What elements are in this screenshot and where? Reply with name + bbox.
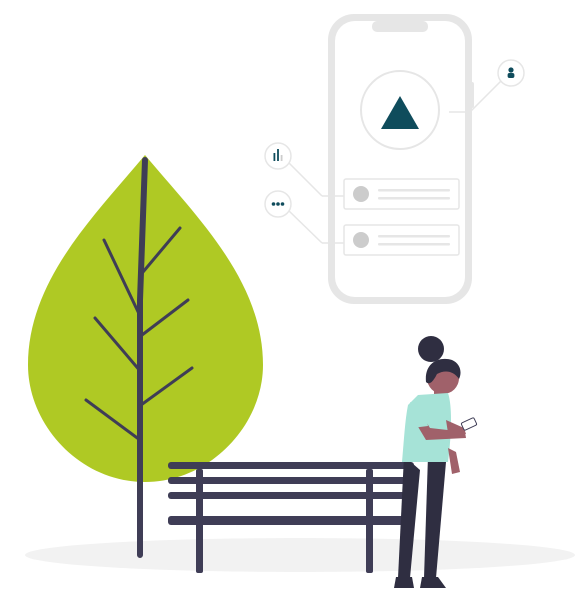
- bench-slat: [168, 492, 414, 499]
- avatar-placeholder: [353, 186, 369, 202]
- hand: [448, 448, 460, 474]
- more-dots-icon: [271, 202, 285, 206]
- shoe: [394, 577, 414, 588]
- phone-notch: [372, 21, 428, 32]
- shoe: [420, 577, 446, 588]
- handheld-phone: [460, 417, 478, 431]
- bench-slat: [168, 477, 414, 484]
- bench-leg: [196, 469, 203, 573]
- bench-slat: [168, 462, 414, 469]
- ground-shadow: [25, 538, 575, 572]
- list-item[interactable]: [343, 178, 460, 210]
- phone: [328, 14, 474, 304]
- text-line-placeholder: [378, 189, 450, 192]
- avatar-placeholder: [353, 232, 369, 248]
- text-line-placeholder: [378, 243, 450, 246]
- phone-side-button: [470, 82, 474, 108]
- bench-seat: [168, 516, 414, 525]
- bench-leg: [366, 469, 373, 573]
- text-line-placeholder: [378, 235, 450, 238]
- illustration: [0, 0, 575, 594]
- hair-bun: [418, 336, 444, 362]
- connector-line: [287, 161, 323, 197]
- illustration-svg: [25, 14, 575, 588]
- connector-line: [469, 79, 503, 113]
- list-item[interactable]: [343, 224, 460, 256]
- text-line-placeholder: [378, 197, 450, 200]
- connector-line: [287, 209, 323, 244]
